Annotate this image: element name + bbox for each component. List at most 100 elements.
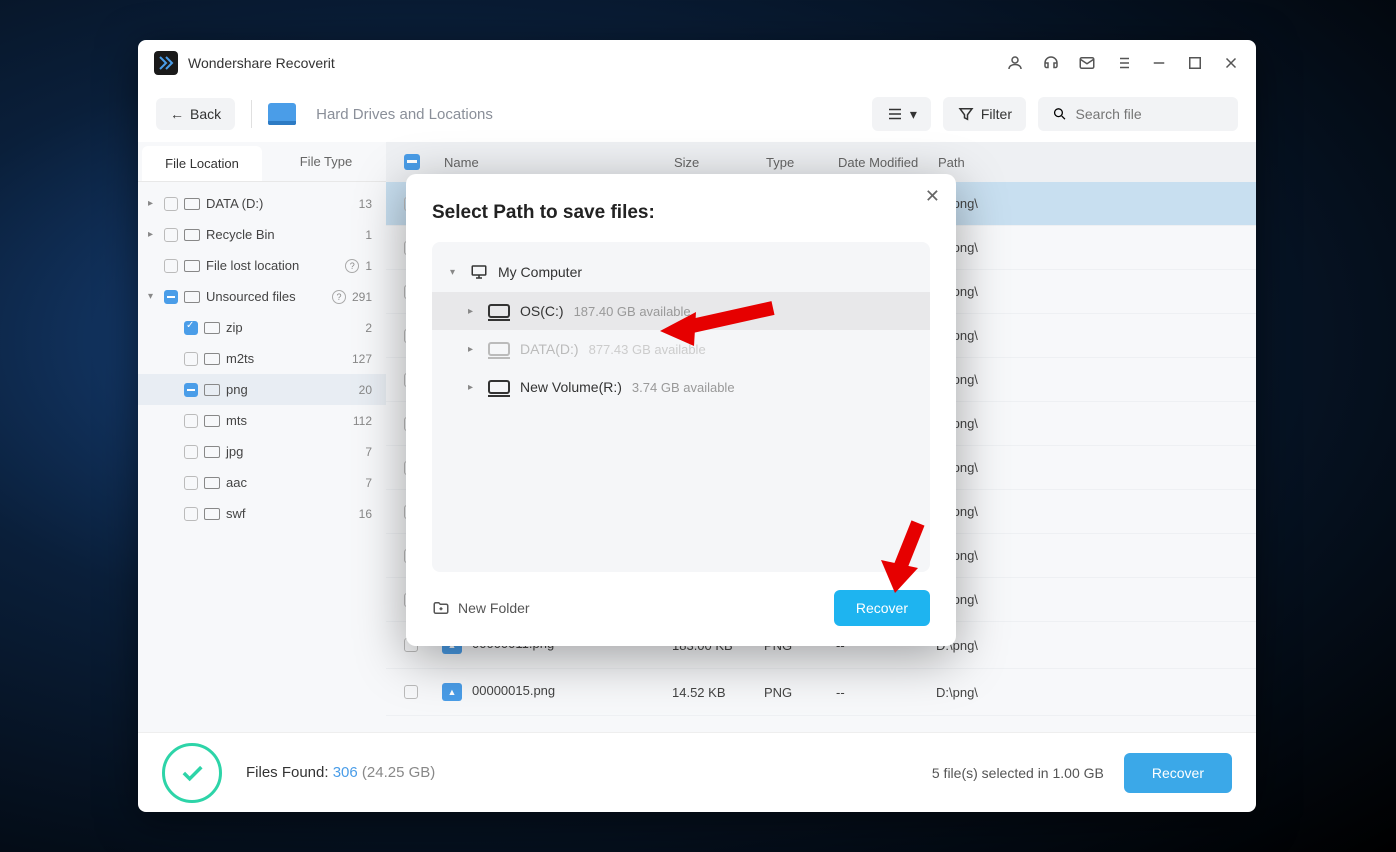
path-drive-osc[interactable]: ▸ OS(C:) 187.40 GB available — [432, 292, 930, 330]
help-icon[interactable]: ? — [332, 290, 346, 304]
row-checkbox[interactable] — [404, 685, 418, 699]
cell-path: D:\png\ — [936, 196, 1238, 211]
user-icon[interactable] — [1006, 54, 1024, 72]
tree-item-data--d--[interactable]: ▸ DATA (D:) 13 — [138, 188, 386, 219]
expand-icon: ▾ — [148, 291, 158, 302]
computer-icon — [470, 263, 488, 281]
checkbox[interactable] — [184, 352, 198, 366]
modal-recover-button[interactable]: Recover — [834, 590, 930, 626]
checkbox[interactable] — [164, 228, 178, 242]
tree-item-aac[interactable]: aac 7 — [138, 467, 386, 498]
new-folder-button[interactable]: New Folder — [432, 599, 530, 617]
expand-icon: ▸ — [468, 344, 478, 355]
checkbox[interactable] — [184, 507, 198, 521]
view-mode-button[interactable]: ▾ — [872, 97, 931, 131]
col-date[interactable]: Date Modified — [838, 155, 938, 170]
path-my-computer[interactable]: ▾ My Computer — [432, 252, 930, 292]
collapse-icon: ▾ — [450, 267, 460, 278]
tab-file-location[interactable]: File Location — [142, 146, 262, 181]
filter-icon — [957, 105, 975, 123]
close-icon[interactable] — [1222, 54, 1240, 72]
col-path[interactable]: Path — [938, 155, 1238, 170]
drive-available: 877.43 GB available — [589, 342, 706, 357]
tree-label: mts — [226, 413, 347, 428]
folder-icon — [184, 229, 200, 241]
cell-type: PNG — [764, 685, 836, 700]
col-name[interactable]: Name — [444, 155, 674, 170]
tree-count: 291 — [352, 290, 372, 304]
select-all-checkbox[interactable] — [404, 154, 420, 170]
folder-icon — [184, 291, 200, 303]
tree-count: 16 — [359, 507, 372, 521]
folder-plus-icon — [432, 599, 450, 617]
tree-count: 20 — [359, 383, 372, 397]
drive-name: New Volume(R:) — [520, 379, 622, 395]
image-icon: ▲ — [442, 683, 462, 701]
tree-label: png — [226, 382, 353, 397]
selection-summary: 5 file(s) selected in 1.00 GB — [932, 765, 1104, 781]
back-button[interactable]: ← Back — [156, 98, 235, 130]
tree-item-png[interactable]: png 20 — [138, 374, 386, 405]
table-row[interactable]: ▲00000015.png 14.52 KB PNG -- D:\png\ — [386, 669, 1256, 716]
tree-item-jpg[interactable]: jpg 7 — [138, 436, 386, 467]
checkbox[interactable] — [164, 197, 178, 211]
recover-button[interactable]: Recover — [1124, 753, 1232, 793]
cell-path: D:\png\ — [936, 284, 1238, 299]
file-tree: ▸ DATA (D:) 13▸ Recycle Bin 1 File lost … — [138, 182, 386, 732]
path-drive-datad: ▸ DATA(D:) 877.43 GB available — [432, 330, 930, 368]
cell-path: D:\png\ — [936, 416, 1238, 431]
folder-icon — [184, 260, 200, 272]
sidebar: File Location File Type ▸ DATA (D:) 13▸ … — [138, 142, 386, 732]
mail-icon[interactable] — [1078, 54, 1096, 72]
app-title: Wondershare Recoverit — [188, 55, 1006, 71]
tree-item-swf[interactable]: swf 16 — [138, 498, 386, 529]
path-root-label: My Computer — [498, 264, 582, 280]
tree-label: Unsourced files — [206, 289, 324, 304]
search-input[interactable] — [1076, 106, 1224, 122]
tree-label: DATA (D:) — [206, 196, 353, 211]
tree-item-mts[interactable]: mts 112 — [138, 405, 386, 436]
menu-list-icon[interactable] — [1114, 54, 1132, 72]
maximize-icon[interactable] — [1186, 54, 1204, 72]
minimize-icon[interactable] — [1150, 54, 1168, 72]
checkbox[interactable] — [184, 321, 198, 335]
tree-count: 7 — [365, 476, 372, 490]
tree-count: 2 — [365, 321, 372, 335]
tree-count: 1 — [365, 228, 372, 242]
headset-icon[interactable] — [1042, 54, 1060, 72]
checkbox[interactable] — [184, 383, 198, 397]
checkbox[interactable] — [184, 476, 198, 490]
cell-path: D:\png\ — [936, 504, 1238, 519]
found-count: 306 — [333, 764, 358, 781]
breadcrumb: Hard Drives and Locations — [316, 106, 862, 123]
checkbox[interactable] — [164, 259, 178, 273]
tree-item-m2ts[interactable]: m2ts 127 — [138, 343, 386, 374]
modal-footer: New Folder Recover — [432, 590, 930, 626]
col-size[interactable]: Size — [674, 155, 766, 170]
checkbox[interactable] — [184, 414, 198, 428]
status-text: Files Found: 306 (24.25 GB) — [246, 764, 932, 781]
tree-item-file-lost-location[interactable]: File lost location ? 1 — [138, 250, 386, 281]
folder-icon — [184, 198, 200, 210]
cell-path: D:\png\ — [936, 638, 1238, 653]
search-box[interactable] — [1038, 97, 1238, 131]
cell-path: D:\png\ — [936, 548, 1238, 563]
folder-icon — [204, 353, 220, 365]
col-type[interactable]: Type — [766, 155, 838, 170]
chevron-down-icon: ▾ — [910, 106, 917, 123]
filter-button[interactable]: Filter — [943, 97, 1026, 131]
checkbox[interactable] — [164, 290, 178, 304]
toolbar: ← Back Hard Drives and Locations ▾ Filte… — [138, 86, 1256, 142]
path-drive-newvolumer[interactable]: ▸ New Volume(R:) 3.74 GB available — [432, 368, 930, 406]
modal-close-button[interactable]: ✕ — [925, 186, 940, 207]
tree-item-unsourced-files[interactable]: ▾ Unsourced files ? 291 — [138, 281, 386, 312]
tree-item-zip[interactable]: zip 2 — [138, 312, 386, 343]
tab-file-type[interactable]: File Type — [266, 142, 386, 181]
found-size: (24.25 GB) — [362, 764, 435, 781]
folder-icon — [204, 477, 220, 489]
tree-label: jpg — [226, 444, 359, 459]
help-icon[interactable]: ? — [345, 259, 359, 273]
tree-item-recycle-bin[interactable]: ▸ Recycle Bin 1 — [138, 219, 386, 250]
checkbox[interactable] — [184, 445, 198, 459]
cell-path: D:\png\ — [936, 372, 1238, 387]
